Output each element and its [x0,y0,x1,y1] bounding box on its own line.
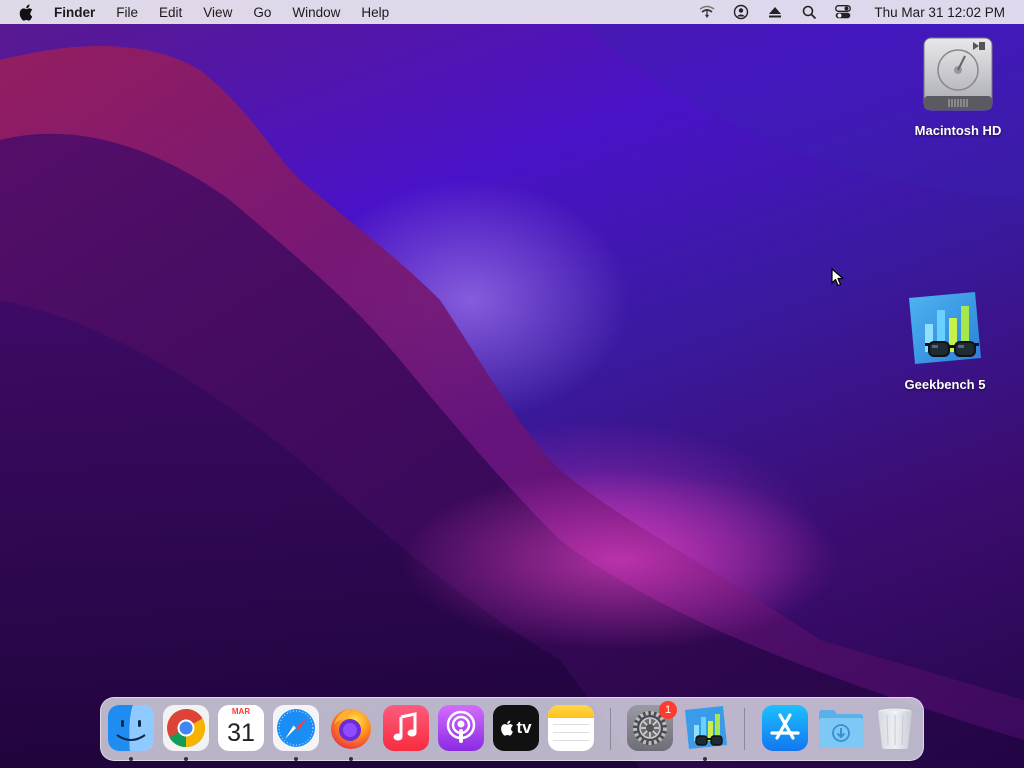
dock-item-system-preferences[interactable]: 1 [627,701,677,751]
desktop-icon-label: Geekbench 5 [904,377,986,392]
trash-icon [872,705,918,751]
apple-tv-label: tv [516,718,532,737]
chrome-icon [163,705,209,751]
dock-item-calendar[interactable]: MAR 31 [218,705,264,751]
firefox-icon [328,705,374,751]
mouse-cursor-icon [831,268,845,293]
search-icon[interactable] [800,3,818,21]
running-indicator [184,757,188,761]
podcasts-icon [438,705,484,751]
menu-help[interactable]: Help [361,5,389,20]
running-indicator [129,757,133,761]
desktop-wallpaper [0,0,1024,768]
dock-item-notes[interactable] [548,705,594,751]
finder-icon [108,705,154,751]
desktop-icon-macintosh-hd[interactable]: Macintosh HD [908,36,1008,138]
music-icon [383,705,429,751]
user-account-icon[interactable] [732,3,750,21]
dock-separator [610,708,611,750]
dock-item-apple-tv[interactable]: tv [493,705,539,751]
wifi-icon[interactable] [698,3,716,21]
hard-drive-icon [921,36,995,117]
dock-item-trash[interactable] [872,705,918,751]
dock-item-firefox[interactable] [328,705,374,751]
dock-item-app-store[interactable] [762,705,808,751]
menu-view[interactable]: View [203,5,232,20]
app-store-icon [762,705,808,751]
eject-icon[interactable] [766,3,784,21]
running-indicator [703,757,707,761]
calendar-icon: MAR 31 [218,705,264,751]
dock-separator [744,708,745,750]
control-center-icon[interactable] [834,3,852,21]
dock-item-chrome[interactable] [163,705,209,751]
downloads-folder-icon [817,705,863,751]
dock-item-safari[interactable] [273,705,319,751]
menu-bar: Finder File Edit View Go Window Help Thu… [0,0,1024,24]
desktop-icon-geekbench[interactable]: Geekbench 5 [895,290,995,392]
apple-tv-icon: tv [493,705,539,751]
running-indicator [294,757,298,761]
calendar-month: MAR [218,705,264,718]
running-indicator [349,757,353,761]
dock-item-geekbench[interactable] [682,705,728,751]
notes-icon [548,705,594,751]
desktop-icon-label: Macintosh HD [914,123,1002,138]
menu-edit[interactable]: Edit [159,5,182,20]
geekbench-icon [903,290,987,371]
menu-go[interactable]: Go [253,5,271,20]
menu-file[interactable]: File [116,5,138,20]
apple-logo-icon[interactable] [17,3,35,21]
calendar-day: 31 [227,719,255,747]
dock-item-finder[interactable] [108,705,154,751]
safari-icon [273,705,319,751]
geekbench-icon [682,705,728,751]
menu-window[interactable]: Window [292,5,340,20]
dock-item-music[interactable] [383,705,429,751]
menu-app-name[interactable]: Finder [54,5,95,20]
notification-badge: 1 [659,701,677,719]
dock: MAR 31 tv 1 [100,697,924,761]
menu-clock[interactable]: Thu Mar 31 12:02 PM [874,5,1005,20]
dock-item-podcasts[interactable] [438,705,484,751]
dock-item-downloads[interactable] [817,705,863,751]
